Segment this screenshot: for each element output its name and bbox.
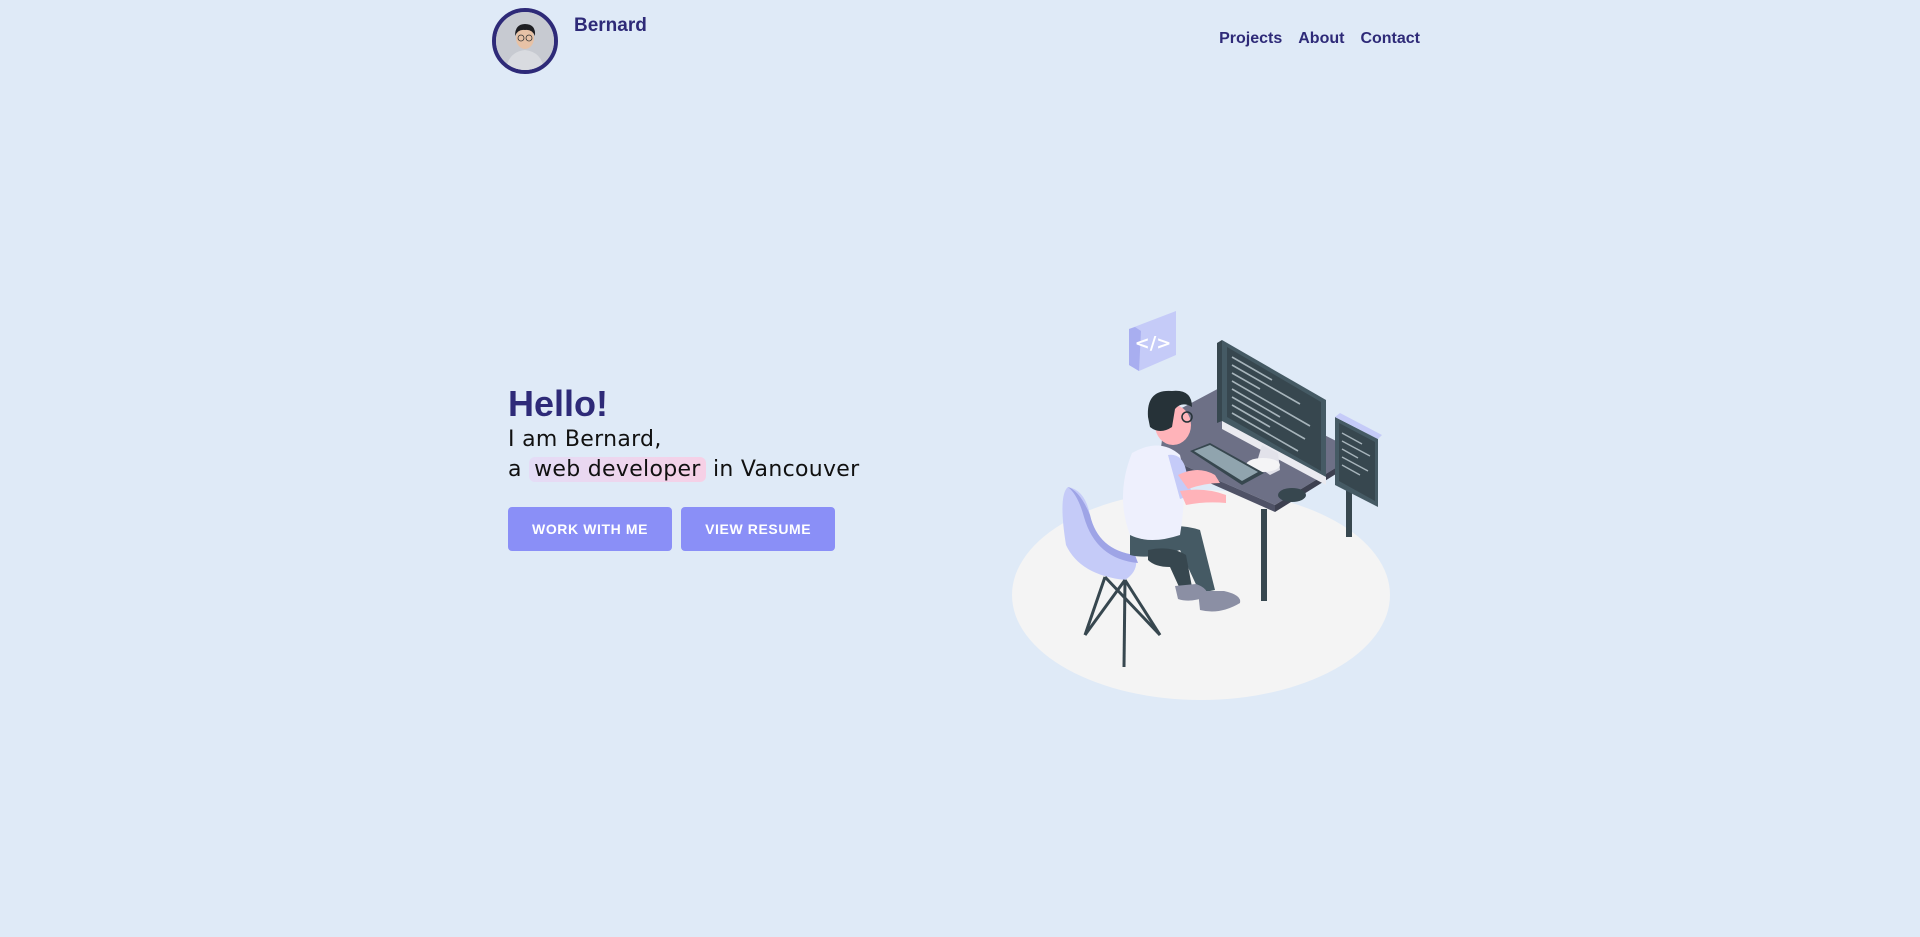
- code-badge-icon: </>: [1129, 311, 1176, 371]
- work-with-me-button[interactable]: WORK WITH ME: [508, 507, 673, 551]
- hero-line-2: a web developer in Vancouver: [508, 455, 948, 485]
- page: Bernard Projects About Contact Hello! I …: [0, 0, 1920, 937]
- hero-line-2-prefix: a: [508, 457, 522, 482]
- hero-line-2-suffix: in Vancouver: [712, 457, 860, 482]
- hero-line-1: I am Bernard,: [508, 427, 662, 452]
- hero-section: Hello! I am Bernard, a web developer in …: [508, 383, 948, 551]
- developer-illustration: </>: [1010, 305, 1410, 705]
- code-badge-label: </>: [1135, 333, 1172, 354]
- avatar: [492, 8, 558, 74]
- developer-at-desk-icon: </>: [1012, 311, 1390, 700]
- hero-role-highlight: web developer: [529, 457, 706, 482]
- view-resume-button[interactable]: VIEW RESUME: [681, 507, 836, 551]
- brand-name: Bernard: [574, 15, 647, 36]
- avatar-portrait-icon: [496, 12, 554, 70]
- hero-greeting: Hello!: [508, 383, 609, 424]
- site-header: Bernard Projects About Contact: [492, 6, 1420, 74]
- brand-link[interactable]: Bernard: [492, 8, 647, 74]
- hero-buttons: WORK WITH ME VIEW RESUME: [508, 507, 948, 551]
- nav-link-projects[interactable]: Projects: [1219, 30, 1282, 48]
- nav-link-about[interactable]: About: [1298, 30, 1344, 48]
- nav-link-contact[interactable]: Contact: [1360, 30, 1420, 48]
- main-nav: Projects About Contact: [1219, 30, 1420, 48]
